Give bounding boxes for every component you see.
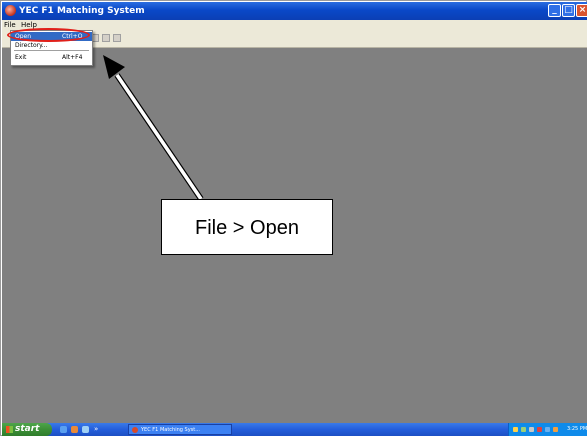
app-window: YEC F1 Matching System _ □ × File Help O… [0, 0, 587, 436]
system-tray: 3:25 PM [508, 423, 587, 436]
quicklaunch-media-icon[interactable] [82, 426, 89, 433]
tray-icon[interactable] [537, 427, 542, 432]
tray-icon[interactable] [553, 427, 558, 432]
tray-icon[interactable] [521, 427, 526, 432]
taskbar: start » YEC F1 Matching Syst... 3:25 PM [2, 423, 587, 436]
app-icon [132, 427, 138, 433]
windows-flag-icon [6, 426, 13, 433]
tray-icon[interactable] [529, 427, 534, 432]
tray-icon[interactable] [545, 427, 550, 432]
tray-icon[interactable] [513, 427, 518, 432]
annotation-callout: File > Open [161, 199, 333, 255]
quicklaunch-browser-icon[interactable] [71, 426, 78, 433]
taskbar-item-label: YEC F1 Matching Syst... [141, 427, 200, 433]
start-label: start [15, 424, 40, 434]
start-button[interactable]: start [2, 423, 52, 436]
tray-clock: 3:25 PM [567, 426, 587, 432]
taskbar-item-app[interactable]: YEC F1 Matching Syst... [128, 424, 232, 435]
quicklaunch-more-icon[interactable]: » [94, 423, 98, 435]
quicklaunch-desktop-icon[interactable] [60, 426, 67, 433]
